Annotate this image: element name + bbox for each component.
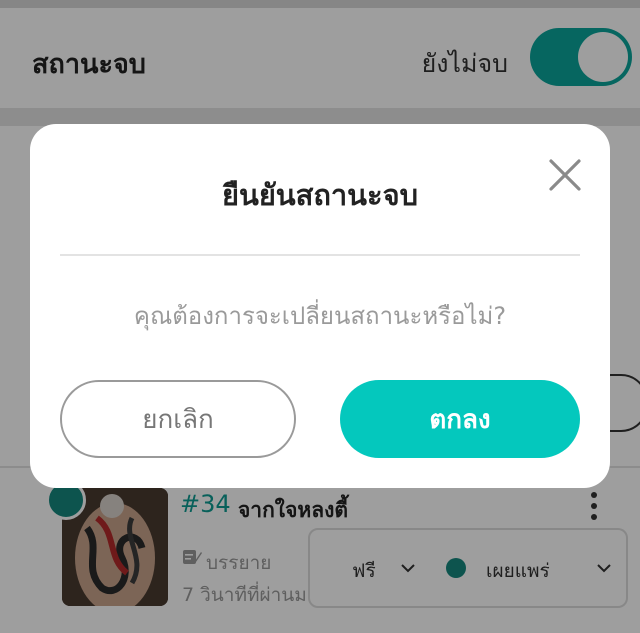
- confirm-dialog: ยืนยันสถานะจบ คุณต้องการจะเปลี่ยนสถานะหร…: [30, 124, 610, 488]
- confirm-button[interactable]: ตกลง: [340, 380, 580, 458]
- dialog-title: ยืนยันสถานะจบ: [222, 178, 418, 212]
- dialog-message: คุณต้องการจะเปลี่ยนสถานะหรือไม่?: [133, 302, 507, 330]
- cancel-button[interactable]: ยกเลิก: [60, 380, 296, 458]
- close-icon[interactable]: [546, 156, 584, 194]
- dialog-divider: [60, 254, 580, 256]
